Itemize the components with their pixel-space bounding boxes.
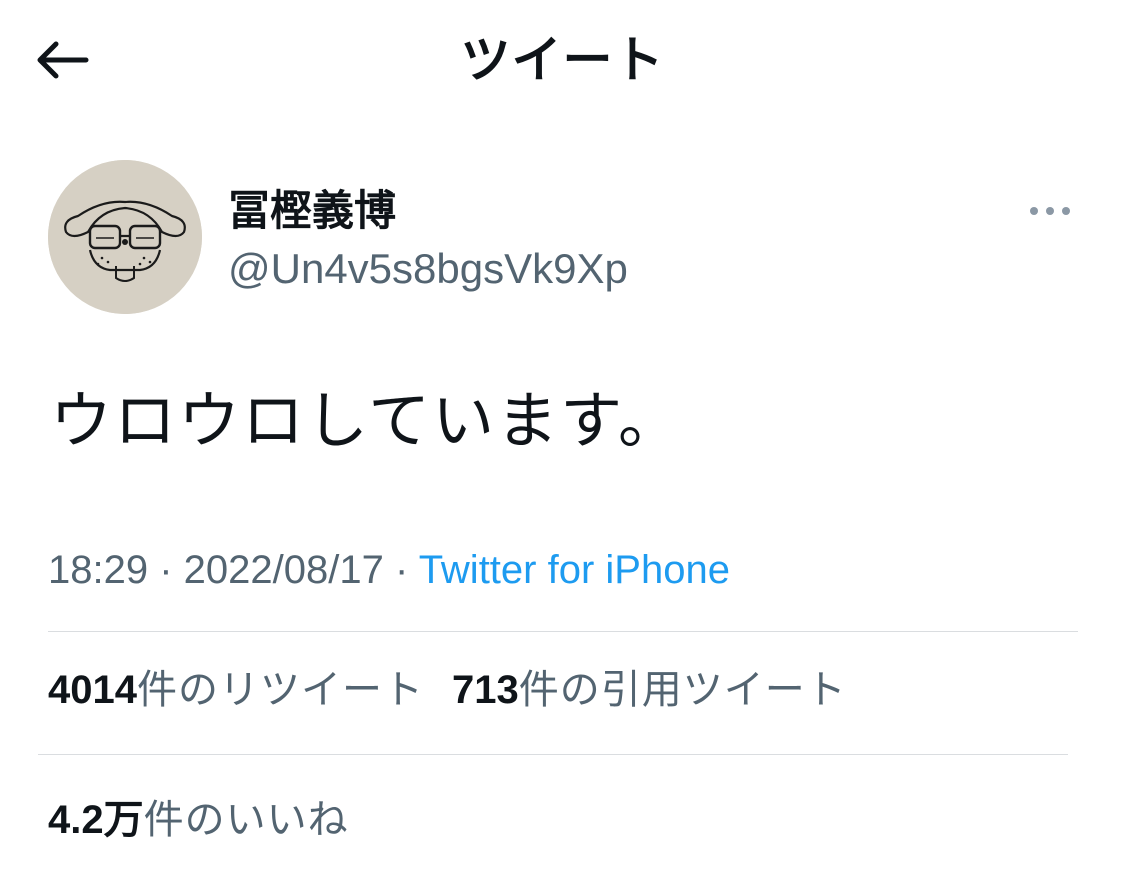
tweet-text: ウロウロしています。 xyxy=(50,387,682,456)
divider xyxy=(38,754,1068,755)
meta-separator: · xyxy=(148,548,184,592)
top-bar: ツイート xyxy=(0,0,1125,120)
retweet-label: 件のリツイート xyxy=(136,668,424,712)
stats-row: 4014件のリツイート 713件の引用ツイート xyxy=(48,664,847,716)
user-handle[interactable]: @Un4v5s8bgsVk9Xp xyxy=(228,244,628,294)
display-name[interactable]: 冨樫義博 xyxy=(228,186,396,236)
quotes-stat[interactable]: 713件の引用ツイート xyxy=(452,664,847,716)
retweet-count: 4014 xyxy=(48,668,137,712)
avatar-drawing xyxy=(48,160,202,314)
tweet-meta: 18:29 · 2022/08/17 · Twitter for iPhone xyxy=(48,544,730,596)
tweet-source-link[interactable]: Twitter for iPhone xyxy=(419,548,730,592)
retweets-stat[interactable]: 4014件のリツイート xyxy=(48,664,424,716)
meta-separator: · xyxy=(383,548,419,592)
tweet-date: 2022/08/17 xyxy=(183,548,384,592)
divider xyxy=(48,631,1078,632)
quote-count: 713 xyxy=(451,668,519,712)
quote-label: 件の引用ツイート xyxy=(518,668,847,712)
more-options-button[interactable] xyxy=(1020,190,1080,232)
avatar[interactable] xyxy=(48,160,202,314)
likes-stat[interactable]: 4.2万件のいいね xyxy=(48,794,349,846)
likes-row: 4.2万件のいいね xyxy=(48,794,349,846)
page-title: ツイート xyxy=(460,32,665,88)
more-horizontal-icon xyxy=(1030,207,1070,215)
tweet-time: 18:29 xyxy=(48,548,149,592)
like-count: 4.2万 xyxy=(48,798,144,842)
like-label: 件のいいね xyxy=(143,798,349,842)
